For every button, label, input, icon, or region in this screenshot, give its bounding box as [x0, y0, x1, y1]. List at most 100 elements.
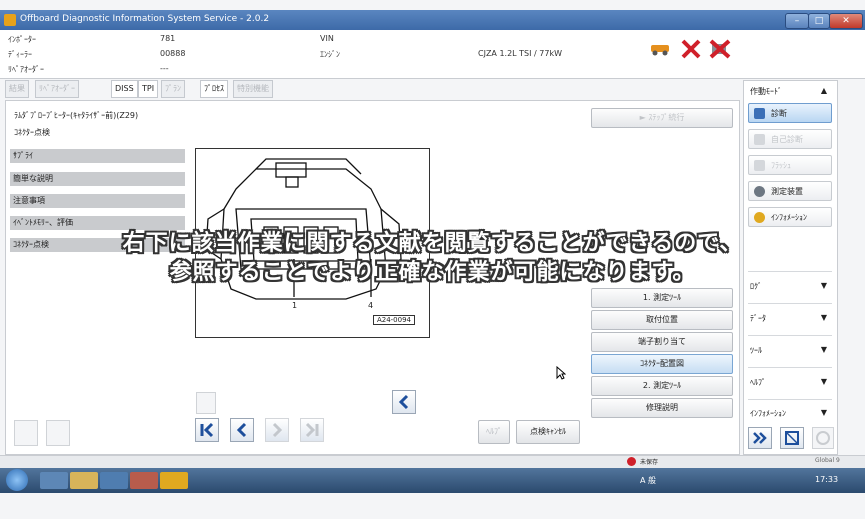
category-supply[interactable]: ｻﾌﾟﾗｲ — [10, 149, 185, 163]
diagnosis-label: 診断 — [771, 109, 787, 118]
sidebar-divider — [748, 367, 832, 368]
information-button[interactable]: ｲﾝﾌｫﾒｰｼｮﾝ — [748, 207, 832, 227]
category-notes[interactable]: 注意事項 — [10, 194, 185, 208]
explorer-taskbar-icon[interactable] — [70, 472, 98, 489]
sidebar-section-data[interactable]: ﾃﾞｰﾀ — [750, 313, 766, 324]
category-description[interactable]: 簡単な説明 — [10, 172, 185, 186]
double-chevron-right-icon — [753, 432, 767, 444]
status-area — [745, 42, 835, 70]
pin-1-label: 1 — [292, 301, 298, 310]
window-title: Offboard Diagnostic Information System S… — [20, 14, 270, 24]
ie-taskbar-icon[interactable] — [40, 472, 68, 489]
repair-order-value: --- — [160, 64, 169, 73]
odis-taskbar-icon[interactable] — [160, 472, 188, 489]
repair-order-label: ﾘﾍﾟｱｵｰﾀﾞｰ — [8, 65, 44, 74]
error-icon — [627, 457, 636, 466]
flash-button[interactable]: ﾌﾗｯｼｭ — [748, 155, 832, 175]
stop-button[interactable] — [812, 427, 834, 449]
system-clock[interactable]: 17:33 — [815, 475, 838, 484]
mode-heading: 作動ﾓｰﾄﾞ — [750, 87, 782, 96]
maximize-button[interactable]: □ — [808, 13, 830, 29]
measuring-tool-2-button[interactable]: 2. 測定ﾂｰﾙ — [591, 376, 733, 396]
vehicle-info-bar: ｲﾝﾎﾟｰﾀｰ 781 ﾃﾞｨｰﾗｰ 00888 ﾘﾍﾟｱｵｰﾀﾞｰ --- V… — [0, 30, 865, 79]
measuring-device-button[interactable]: 測定装置 — [748, 181, 832, 201]
document-icon[interactable] — [196, 392, 216, 414]
close-button[interactable]: ✕ — [829, 13, 863, 29]
self-diagnosis-button[interactable]: 自己診断 — [748, 129, 832, 149]
sidebar-divider — [748, 335, 832, 336]
diagram-reference: A24-0094 — [372, 315, 415, 325]
dealer-value: 00888 — [160, 49, 186, 58]
diagnosis-button[interactable]: 診断 — [748, 103, 832, 123]
connector-layout-button[interactable]: ｺﾈｸﾀｰ配置図 — [591, 354, 733, 374]
sidebar-section-tools[interactable]: ﾂｰﾙ — [750, 345, 762, 356]
expand-arrow-icon[interactable]: ▼ — [821, 345, 827, 354]
importer-value: 781 — [160, 34, 176, 43]
tab-plan[interactable]: ﾌﾟﾗﾝ — [161, 80, 185, 98]
self-diagnosis-label: 自己診断 — [771, 135, 803, 144]
expand-arrow-icon[interactable]: ▼ — [821, 408, 827, 417]
tab-process[interactable]: ﾌﾟﾛｾｽ — [200, 80, 228, 98]
installation-location-button[interactable]: 取付位置 — [591, 310, 733, 330]
gauge-icon — [754, 186, 765, 197]
print-icon[interactable] — [14, 420, 38, 446]
pin-4-label: 4 — [368, 301, 374, 310]
grid-view-button[interactable] — [780, 427, 804, 449]
expand-arrow-icon[interactable]: ▼ — [821, 313, 827, 322]
tab-repair-order[interactable]: ﾘﾍﾟｱｵｰﾀﾞｰ — [35, 80, 79, 98]
forward-double-button[interactable] — [748, 427, 772, 449]
skip-last-icon — [305, 422, 319, 438]
back-arrow-button[interactable] — [392, 390, 416, 414]
status-zoom: Global 9 — [815, 457, 840, 464]
app-taskbar-icon[interactable] — [130, 472, 158, 489]
stethoscope-icon — [754, 108, 765, 119]
flash-label: ﾌﾗｯｼｭ — [771, 161, 791, 170]
importer-label: ｲﾝﾎﾟｰﾀｰ — [8, 35, 36, 44]
language-indicator[interactable]: A 般 — [640, 475, 656, 486]
sidebar-section-help[interactable]: ﾍﾙﾌﾟ — [750, 377, 766, 388]
car-icon — [754, 134, 765, 145]
help-button[interactable]: ﾍﾙﾌﾟ — [478, 420, 510, 444]
vehicle-connection-icon — [650, 42, 672, 56]
skip-first-icon — [200, 422, 214, 438]
dealer-label: ﾃﾞｨｰﾗｰ — [8, 50, 32, 59]
terminal-assignment-button[interactable]: 端子割り当て — [591, 332, 733, 352]
sidebar-section-information[interactable]: ｲﾝﾌｫﾒｰｼｮﾝ — [750, 408, 786, 419]
interface-disconnected-icon — [680, 38, 702, 60]
next-page-button[interactable] — [265, 418, 289, 442]
previous-page-button[interactable] — [230, 418, 254, 442]
test-subheading: ｺﾈｸﾀｰ点検 — [14, 128, 50, 137]
collapse-arrow-icon[interactable]: ▲ — [821, 86, 827, 95]
next-step-button[interactable]: ► ｽﾃｯﾌﾟ続行 — [591, 108, 733, 128]
engine-label: ｴﾝｼﾞﾝ — [320, 50, 340, 59]
repair-instructions-button[interactable]: 修理説明 — [591, 398, 733, 418]
tab-tpi[interactable]: TPI — [138, 80, 159, 98]
windows-taskbar: A 般 17:33 — [0, 468, 865, 493]
first-page-button[interactable] — [195, 418, 219, 442]
mouse-cursor-icon — [556, 365, 567, 383]
app-icon — [4, 14, 16, 26]
info-icon — [754, 212, 765, 223]
sidebar-divider — [748, 303, 832, 304]
document-search-icon[interactable] — [46, 420, 70, 446]
cancel-test-button[interactable]: 点検ｷｬﾝｾﾙ — [516, 420, 580, 444]
subtitle-line-2: 参照することでより正確な作業が可能になります。 — [169, 260, 696, 285]
measuring-tool-1-button[interactable]: 1. 測定ﾂｰﾙ — [591, 288, 733, 308]
expand-arrow-icon[interactable]: ▼ — [821, 377, 827, 386]
network-disconnected-icon — [708, 38, 732, 60]
minimize-button[interactable]: – — [785, 13, 809, 29]
chevron-left-icon — [236, 422, 247, 438]
media-taskbar-icon[interactable] — [100, 472, 128, 489]
flash-icon — [754, 160, 765, 171]
title-bar: Offboard Diagnostic Information System S… — [0, 10, 865, 30]
chevron-right-icon — [272, 422, 283, 438]
grid-icon — [785, 431, 799, 445]
measuring-device-label: 測定装置 — [771, 187, 803, 196]
information-label: ｲﾝﾌｫﾒｰｼｮﾝ — [771, 213, 807, 222]
tab-diss[interactable]: DISS — [111, 80, 138, 98]
engine-value: CJZA 1.2L TSI / 77kW — [478, 49, 562, 58]
start-button[interactable] — [6, 469, 28, 491]
last-page-button[interactable] — [300, 418, 324, 442]
tab-results[interactable]: 結果 — [5, 80, 29, 98]
tab-special-functions[interactable]: 特別機能 — [233, 80, 273, 98]
